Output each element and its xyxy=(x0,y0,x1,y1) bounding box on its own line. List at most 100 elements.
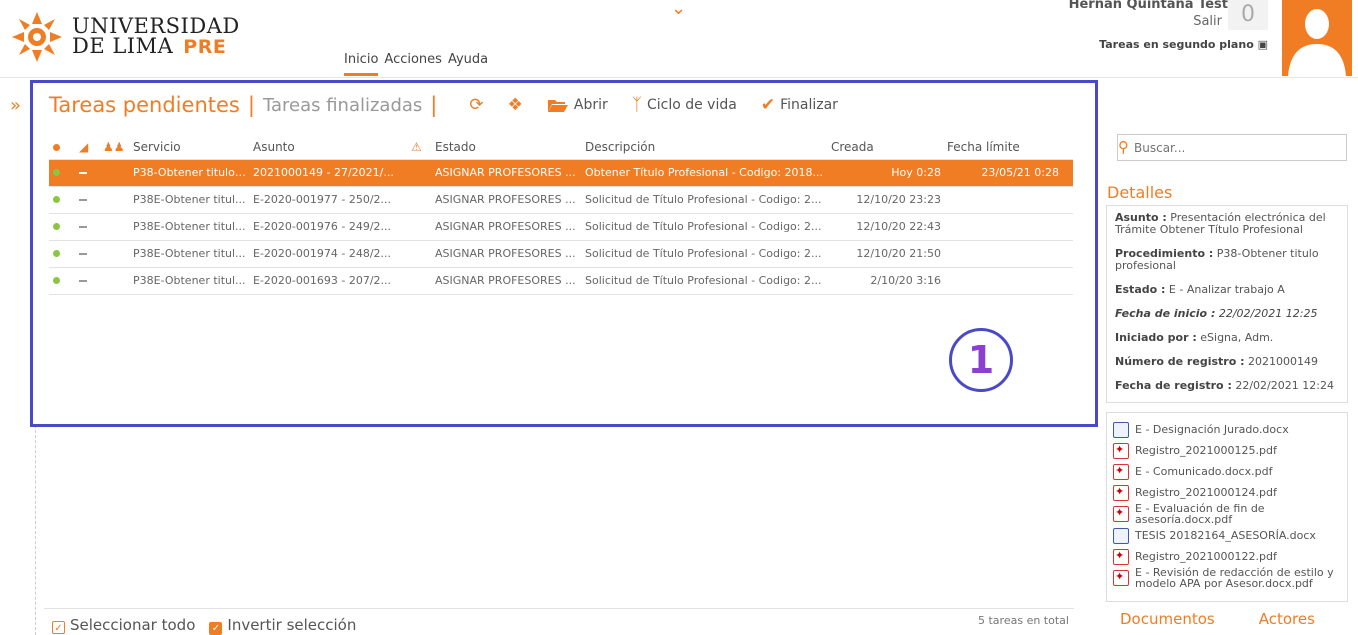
main-nav: Inicio Acciones Ayuda xyxy=(344,52,488,76)
details-box: Asunto : Presentación electrónica del Tr… xyxy=(1106,205,1348,403)
fecha-registro-value: 22/02/2021 12:24 xyxy=(1235,379,1334,392)
users-column-header[interactable]: ♟♟ xyxy=(103,135,133,160)
finish-button[interactable]: ✔ Finalizar xyxy=(761,95,838,115)
status-dot-icon xyxy=(53,223,60,230)
priority-column-header[interactable]: ◢ xyxy=(79,135,103,160)
tab-actors[interactable]: Actores xyxy=(1259,610,1315,628)
users-icon: ♟♟ xyxy=(103,139,125,154)
status-dot xyxy=(49,240,79,268)
cell-servicio: P38E-Obtener titul... xyxy=(133,240,253,268)
document-name: E - Evaluación de fin de asesoría.docx.p… xyxy=(1135,502,1265,526)
warning-cell xyxy=(411,213,435,241)
numero-registro-value: 2021000149 xyxy=(1247,355,1318,368)
numero-registro-label: Número de registro : xyxy=(1115,355,1245,368)
pdf-document-icon xyxy=(1113,570,1129,586)
nav-ayuda[interactable]: Ayuda xyxy=(448,52,488,76)
search-icon[interactable]: ⚲ xyxy=(1118,138,1129,156)
brand-suffix: PRE xyxy=(183,36,227,58)
pdf-document-icon xyxy=(1113,506,1129,522)
status-dot-icon xyxy=(53,169,60,176)
word-document-icon xyxy=(1113,527,1129,544)
tab-separator: | xyxy=(247,93,255,117)
university-logo[interactable] xyxy=(10,10,64,64)
background-tasks-label: Tareas en segundo plano xyxy=(1099,38,1254,51)
cell-estado: ASIGNAR PROFESORES ... xyxy=(435,267,585,295)
search-input[interactable] xyxy=(1118,135,1346,160)
table-header-row: ◢ ♟♟ Servicio Asunto ⚠ Estado Descripció… xyxy=(49,135,1073,160)
tab-separator: | xyxy=(430,93,438,117)
priority-bars-icon: ◢ xyxy=(79,139,89,154)
tab-pending-tasks[interactable]: Tareas pendientes xyxy=(49,93,240,117)
background-tasks-link[interactable]: Tareas en segundo plano ▣ xyxy=(1099,38,1268,51)
document-name: TESIS 20182164_ASESORÍA.docx xyxy=(1135,529,1316,542)
list-item[interactable]: E - Evaluación de fin de asesoría.docx.p… xyxy=(1113,503,1341,525)
column-creada[interactable]: Creada xyxy=(831,135,947,160)
invert-selection-control[interactable]: ✓ Invertir selección xyxy=(209,616,356,635)
table-row[interactable]: P38E-Obtener titul... E-2020-001977 - 25… xyxy=(49,186,1073,214)
refresh-button[interactable]: ⟳ xyxy=(469,95,483,115)
list-item[interactable]: E - Designación Jurado.docx xyxy=(1113,419,1341,440)
list-item[interactable]: E - Comunicado.docx.pdf xyxy=(1113,461,1341,482)
status-dot-icon xyxy=(53,143,60,151)
open-button[interactable]: Abrir xyxy=(547,97,608,113)
logout-link[interactable]: Salir xyxy=(1193,14,1222,29)
pin-icon: ❖ xyxy=(507,95,523,115)
cell-fecha-limite xyxy=(947,186,1073,214)
details-title: Detalles xyxy=(1107,183,1173,202)
list-item[interactable]: Registro_2021000124.pdf xyxy=(1113,482,1341,503)
list-item[interactable]: Registro_2021000125.pdf xyxy=(1113,440,1341,461)
column-fecha-limite[interactable]: Fecha límite xyxy=(947,135,1073,160)
cell-asunto: E-2020-001976 - 249/2... xyxy=(253,213,411,241)
column-servicio[interactable]: Servicio xyxy=(133,135,253,160)
select-all-control[interactable]: ✓ Seleccionar todo xyxy=(52,616,195,635)
table-row[interactable]: P38E-Obtener titul... E-2020-001974 - 24… xyxy=(49,240,1073,268)
list-item[interactable]: Registro_2021000122.pdf xyxy=(1113,546,1341,567)
column-descripcion[interactable]: Descripción xyxy=(585,135,831,160)
warning-icon: ⚠ xyxy=(411,139,422,154)
list-item[interactable]: TESIS 20182164_ASESORÍA.docx xyxy=(1113,525,1341,546)
cell-creada: Hoy 0:28 xyxy=(831,159,947,187)
dash-icon xyxy=(79,172,87,174)
cell-descripcion: Obtener Título Profesional - Codigo: 201… xyxy=(585,159,831,187)
column-estado[interactable]: Estado xyxy=(435,135,585,160)
dash-icon xyxy=(79,280,87,282)
tab-documents[interactable]: Documentos xyxy=(1120,610,1215,628)
tasks-toolbar: Tareas pendientes | Tareas finalizadas |… xyxy=(49,93,838,117)
lifecycle-button[interactable]: ᛉ Ciclo de vida xyxy=(632,95,737,115)
cell-fecha-limite xyxy=(947,213,1073,241)
pin-button[interactable]: ❖ xyxy=(508,95,523,115)
expand-panel-icon[interactable]: » xyxy=(10,95,21,116)
invert-selection-label: Invertir selección xyxy=(227,616,357,634)
users-cell xyxy=(103,267,133,295)
list-item[interactable]: E - Revisión de redacción de estilo y mo… xyxy=(1113,567,1341,589)
nav-acciones[interactable]: Acciones xyxy=(384,52,442,76)
priority-cell xyxy=(79,213,103,241)
user-avatar[interactable] xyxy=(1282,0,1352,76)
user-name: Hernan Quintana Test xyxy=(1068,0,1228,12)
dash-icon xyxy=(79,199,87,201)
tab-finished-tasks[interactable]: Tareas finalizadas xyxy=(263,95,422,116)
dash-icon xyxy=(79,226,87,228)
notification-count[interactable]: 0 xyxy=(1228,0,1268,30)
table-row[interactable]: P38E-Obtener titul... E-2020-001693 - 20… xyxy=(49,267,1073,295)
table-row[interactable]: P38-Obtener titulo ... 2021000149 - 27/2… xyxy=(49,159,1073,187)
status-column-header[interactable] xyxy=(49,135,79,160)
priority-cell xyxy=(79,186,103,214)
warning-column-header[interactable]: ⚠ xyxy=(411,135,435,160)
gutter-divider xyxy=(35,425,36,635)
branch-icon: ᛉ xyxy=(631,95,642,115)
sidebar-tabs: Documentos Actores xyxy=(1120,610,1315,628)
collapse-header-chevron-icon[interactable]: ⌄ xyxy=(671,0,686,19)
documents-list: E - Designación Jurado.docx Registro_202… xyxy=(1106,412,1348,602)
users-cell xyxy=(103,159,133,187)
nav-inicio[interactable]: Inicio xyxy=(344,52,379,76)
column-asunto[interactable]: Asunto xyxy=(253,135,411,160)
warning-cell xyxy=(411,267,435,295)
tasks-total: 5 tareas en total xyxy=(978,614,1069,627)
cell-servicio: P38-Obtener titulo ... xyxy=(133,159,253,187)
status-dot-icon xyxy=(53,250,60,257)
checkmark-icon: ✔ xyxy=(760,95,776,115)
cell-fecha-limite: 23/05/21 0:28 xyxy=(947,159,1073,187)
cell-fecha-limite xyxy=(947,240,1073,268)
table-row[interactable]: P38E-Obtener titul... E-2020-001976 - 24… xyxy=(49,213,1073,241)
